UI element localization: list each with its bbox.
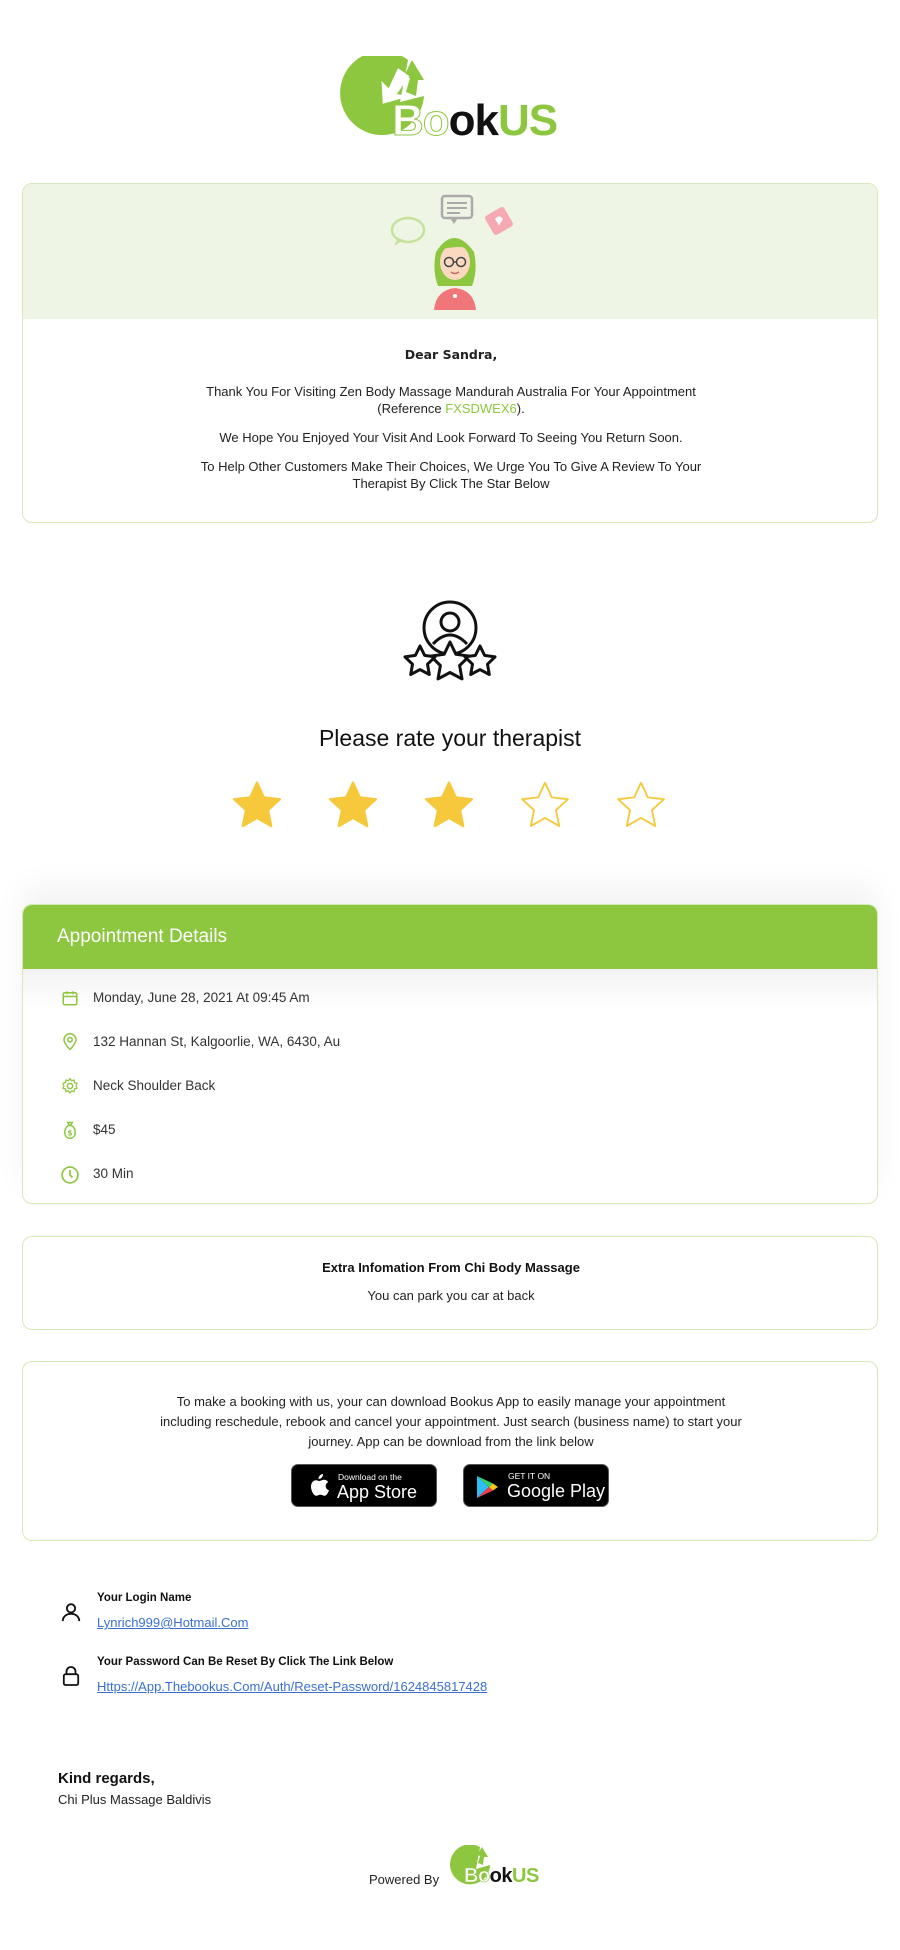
appointment-date: Monday, June 28, 2021 At 09:45 Am	[93, 990, 310, 1005]
thank-you-text: Thank You For Visiting Zen Body Massage …	[23, 383, 877, 417]
hope-text: We Hope You Enjoyed Your Visit And Look …	[219, 430, 683, 445]
star-3[interactable]	[421, 778, 477, 834]
footer-logo-us: US	[512, 1865, 539, 1887]
app-promo-text: To make a booking with us, your can down…	[23, 1392, 879, 1452]
appointment-service: Neck Shoulder Back	[93, 1078, 216, 1093]
app-store-small-label: Download on the	[338, 1472, 402, 1482]
extra-info-text: You can park you car at back	[367, 1288, 535, 1303]
star-1[interactable]	[229, 778, 285, 834]
hero-banner	[23, 184, 877, 319]
greeting: Dear Sandra,	[404, 347, 498, 362]
appointment-price: $45	[93, 1122, 116, 1137]
google-play-icon	[477, 1476, 498, 1498]
review-line-1: To Help Other Customers Make Their Choic…	[200, 459, 702, 474]
star-rating[interactable]	[225, 778, 675, 834]
apple-icon	[311, 1474, 329, 1496]
review-line-2: Therapist By Click The Star Below	[352, 476, 550, 491]
app-store-button[interactable]: Download on the App Store	[291, 1464, 437, 1507]
money-bag-icon: $	[64, 1121, 76, 1140]
footer-logo-bo: Bo	[464, 1865, 491, 1888]
password-reset-label: Your Password Can Be Reset By Click The …	[97, 1656, 394, 1668]
logo-text-ok: ok	[448, 96, 499, 145]
footer-logo-ok: ok	[489, 1865, 513, 1887]
thank-you-line: Thank You For Visiting Zen Body Massage …	[206, 384, 696, 399]
business-name: Chi Plus Massage Baldivis	[58, 1792, 212, 1807]
app-promo-line-3: journey. App can be download from the li…	[308, 1434, 594, 1449]
google-play-button[interactable]: GET IT ON Google Play	[463, 1464, 609, 1507]
appointment-header: Appointment Details	[23, 905, 877, 969]
app-store-label: App Store	[337, 1482, 418, 1502]
appointment-header-title: Appointment Details	[57, 926, 228, 947]
password-reset-link[interactable]: Https://App.Thebookus.Com/Auth/Reset-Pas…	[97, 1679, 487, 1694]
google-play-label: Google Play	[507, 1481, 606, 1501]
brand-logo: BookUS	[340, 56, 560, 146]
avatar-illustration	[390, 194, 513, 310]
logo-text-bo: Bo	[392, 96, 451, 146]
message-card: Dear Sandra, Thank You For Visiting Zen …	[22, 183, 878, 523]
star-2[interactable]	[325, 778, 381, 834]
star-4[interactable]	[517, 778, 573, 834]
app-promo-line-2: including reschedule, rebook and cancel …	[160, 1414, 742, 1429]
footer-logo: BookUS	[448, 1845, 539, 1891]
lock-icon	[62, 1666, 80, 1686]
rate-therapist-icon	[403, 600, 497, 681]
review-request-text: To Help Other Customers Make Their Choic…	[23, 458, 877, 492]
powered-by-label: Powered By	[369, 1872, 440, 1887]
calendar-icon	[62, 991, 78, 1006]
service-gear-icon	[62, 1077, 78, 1094]
svg-text:$: $	[67, 1128, 72, 1137]
clock-icon	[61, 1166, 79, 1184]
location-pin-icon	[63, 1033, 77, 1051]
app-promo-card: To make a booking with us, your can down…	[22, 1361, 878, 1541]
extra-info-card: Extra Infomation From Chi Body Massage Y…	[22, 1236, 878, 1330]
logo-text-us: US	[498, 96, 558, 145]
reference-prefix: (Reference	[377, 401, 446, 416]
app-promo-line-1: To make a booking with us, your can down…	[176, 1394, 726, 1409]
star-5[interactable]	[613, 778, 669, 834]
kind-regards: Kind regards,	[58, 1770, 155, 1787]
rating-title: Please rate your therapist	[318, 725, 582, 751]
appointment-address: 132 Hannan St, Kalgoorlie, WA, 6430, Au	[93, 1034, 341, 1049]
appointment-duration: 30 Min	[93, 1166, 134, 1181]
reference-code: FXSDWEX6	[445, 401, 517, 416]
login-email-link[interactable]: Lynrich999@Hotmail.Com	[97, 1615, 248, 1630]
reference-suffix: ).	[516, 401, 525, 416]
google-play-small-label: GET IT ON	[508, 1471, 551, 1481]
extra-info-title: Extra Infomation From Chi Body Massage	[322, 1260, 580, 1275]
login-name-label: Your Login Name	[97, 1592, 192, 1604]
appointment-card: Appointment Details Monday, June 28, 202…	[22, 904, 878, 1204]
user-icon	[61, 1603, 81, 1622]
reference-line: (Reference FXSDWEX6).	[23, 400, 877, 417]
